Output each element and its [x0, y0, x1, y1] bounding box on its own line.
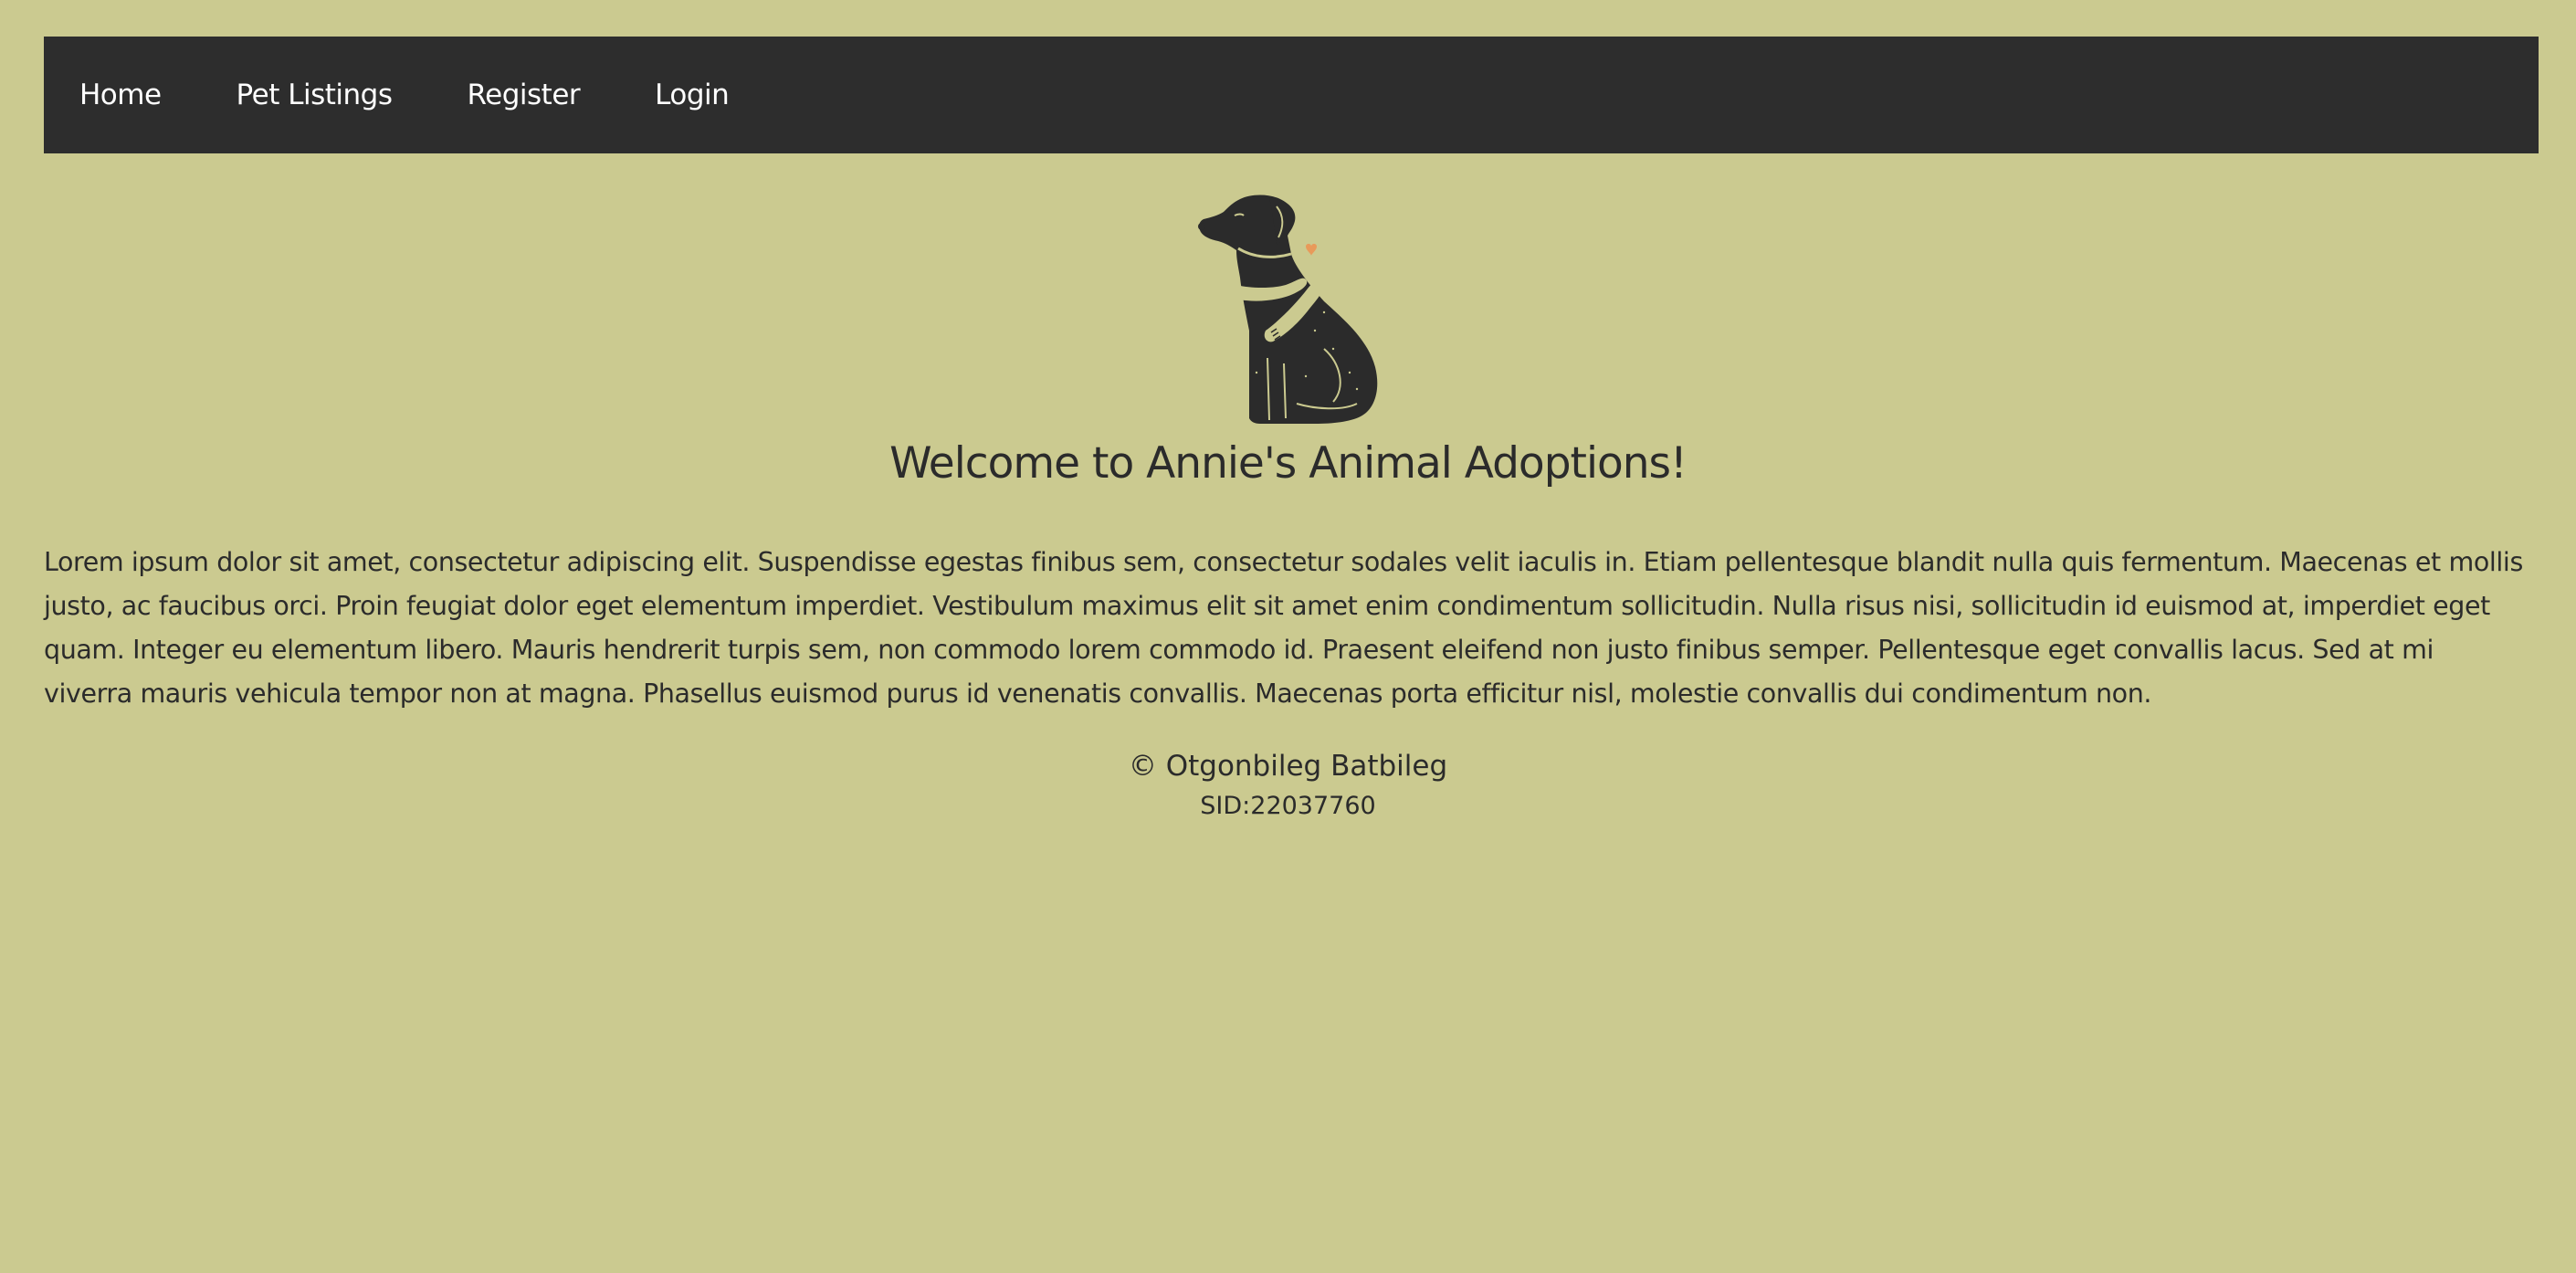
dog-hug-icon: [1198, 195, 1378, 424]
footer: © Otgonbileg Batbileg SID:22037760: [0, 747, 2576, 827]
nav-item-pet-listings: Pet Listings: [237, 79, 468, 111]
navbar: Home Pet Listings Register Login: [44, 37, 2539, 153]
footer-copyright: © Otgonbileg Batbileg: [1128, 750, 1448, 783]
nav-item-register: Register: [468, 79, 656, 111]
nav-link-login[interactable]: Login: [655, 79, 730, 111]
nav-link-home[interactable]: Home: [79, 79, 162, 111]
site-logo: [1196, 194, 1384, 426]
intro-paragraph: Lorem ipsum dolor sit amet, consectetur …: [44, 547, 2523, 709]
page-title: Welcome to Annie's Animal Adoptions!: [889, 438, 1688, 489]
nav-link-pet-listings[interactable]: Pet Listings: [237, 79, 393, 111]
nav-link-register[interactable]: Register: [468, 79, 581, 111]
nav-item-home: Home: [79, 79, 237, 111]
nav-item-login: Login: [655, 79, 804, 111]
footer-sid: SID:22037760: [1200, 792, 1376, 820]
nav-list: Home Pet Listings Register Login: [44, 79, 804, 111]
